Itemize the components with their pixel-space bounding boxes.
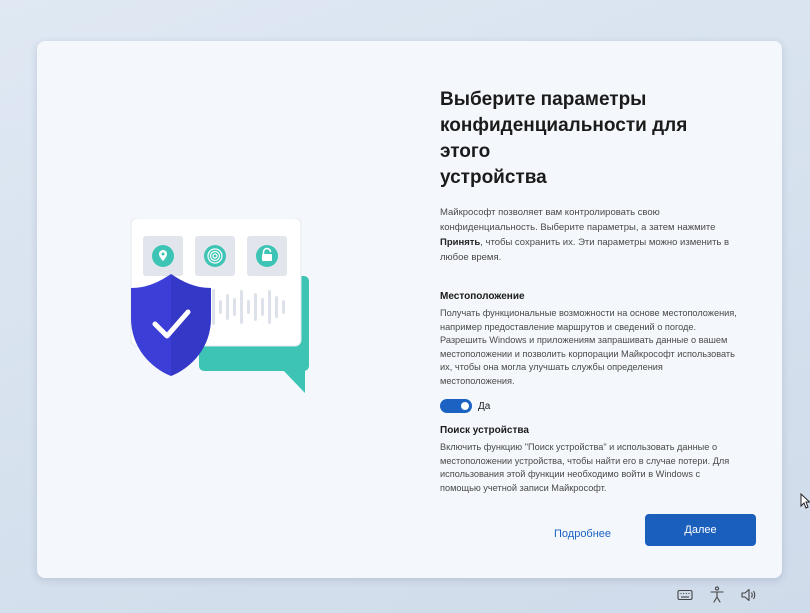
find-device-description: Включить функцию "Поиск устройства" и ис… (440, 442, 730, 493)
intro-accept-word: Принять (440, 237, 481, 248)
find-device-section-title: Поиск устройства (440, 425, 529, 436)
page-title-line: устройства (440, 167, 547, 188)
page-title: Выберите параметры конфиденциальности дл… (440, 87, 740, 191)
page-title-line: конфиденциальности для этого (440, 115, 688, 162)
privacy-illustration (130, 218, 309, 393)
oobe-dialog: Выберите параметры конфиденциальности дл… (37, 41, 782, 578)
accessibility-icon[interactable] (709, 586, 725, 603)
location-toggle-row: Да (440, 399, 740, 413)
page-title-line: Выберите параметры (440, 89, 647, 110)
location-pin-icon (143, 236, 183, 276)
keyboard-icon[interactable] (677, 587, 693, 603)
location-description: Получать функциональные возможности на о… (440, 308, 737, 386)
intro-text-part: , чтобы сохранить их. Эти параметры можн… (440, 237, 730, 263)
padlock-icon (247, 236, 287, 276)
location-toggle-label: Да (478, 400, 491, 412)
dialog-content: Выберите параметры конфиденциальности дл… (440, 87, 740, 495)
toggle-knob (461, 402, 469, 410)
learn-more-button[interactable]: Подробнее (554, 528, 611, 540)
location-toggle[interactable] (440, 399, 472, 413)
location-section-title: Местоположение (440, 291, 525, 302)
intro-text: Майкрософт позволяет вам контролировать … (440, 205, 740, 265)
next-button[interactable]: Далее (645, 514, 756, 546)
intro-text-part: Майкрософт позволяет вам контролировать … (440, 207, 716, 233)
volume-icon[interactable] (740, 587, 758, 603)
fingerprint-icon (195, 236, 235, 276)
mouse-cursor-icon (800, 493, 810, 509)
